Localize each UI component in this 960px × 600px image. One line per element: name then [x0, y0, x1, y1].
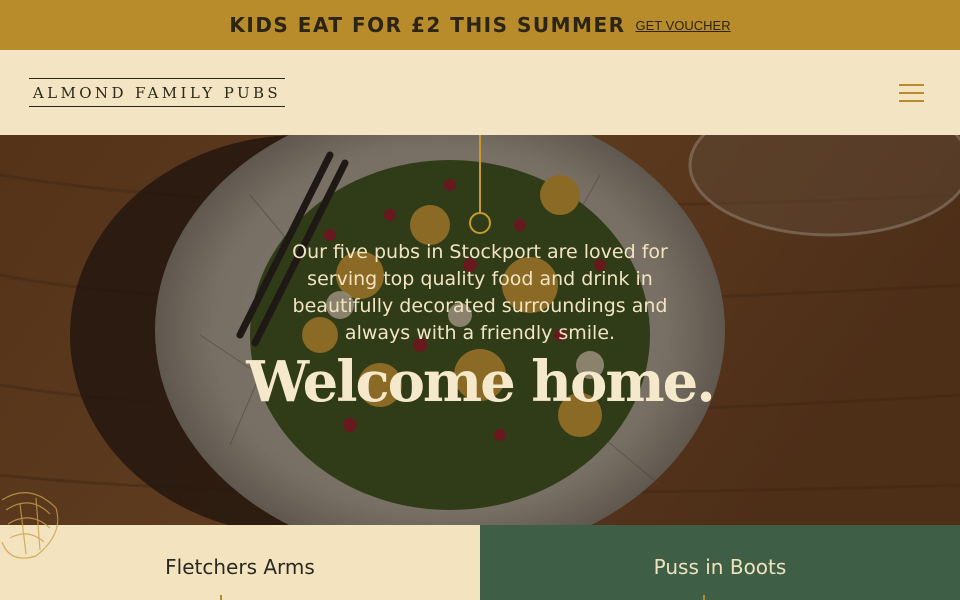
logo-text: ALMOND FAMILY PUBS	[32, 83, 282, 102]
hamburger-menu-icon[interactable]	[899, 83, 924, 103]
pie-sketch-icon	[1, 492, 59, 559]
site-header: ALMOND FAMILY PUBS	[0, 50, 960, 135]
get-voucher-link[interactable]: GET VOUCHER	[636, 18, 731, 33]
pub-card-puss-in-boots[interactable]: Puss in Boots	[480, 525, 960, 600]
hero-section: Our five pubs in Stockport are loved for…	[0, 135, 960, 525]
promo-banner: KIDS EAT FOR £2 THIS SUMMER GET VOUCHER	[0, 0, 960, 50]
divider-tick	[220, 595, 222, 600]
pub-name: Fletchers Arms	[165, 555, 315, 579]
pub-card-fletchers-arms[interactable]: Fletchers Arms	[0, 525, 480, 600]
divider-tick	[703, 595, 705, 600]
hero-intro-text: Our five pubs in Stockport are loved for…	[292, 241, 668, 344]
site-logo[interactable]: ALMOND FAMILY PUBS	[29, 78, 285, 107]
pub-name: Puss in Boots	[653, 555, 787, 579]
hero-title: Welcome home.	[246, 349, 716, 415]
promo-text: KIDS EAT FOR £2 THIS SUMMER	[229, 13, 626, 37]
